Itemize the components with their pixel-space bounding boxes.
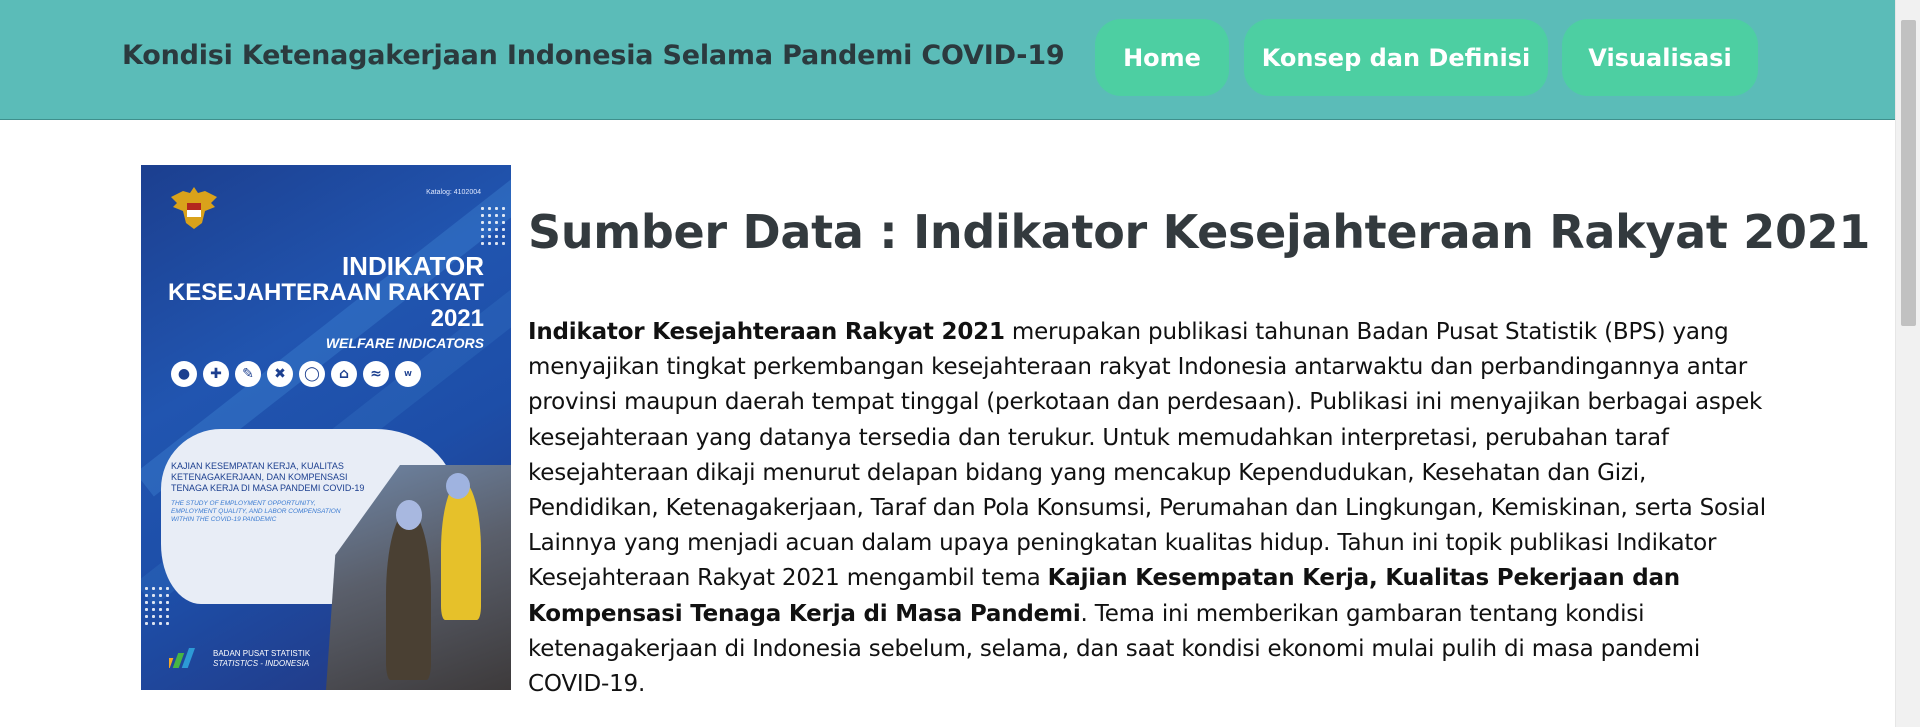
- page-scrollbar[interactable]: [1895, 0, 1920, 727]
- education-icon: ✎: [235, 361, 261, 387]
- navbar: Kondisi Ketenagakerjaan Indonesia Selama…: [0, 0, 1895, 120]
- boat-icon: ≈: [363, 361, 389, 387]
- cover-subtitle: WELFARE INDICATORS: [325, 335, 484, 351]
- nav-home-button[interactable]: Home: [1095, 19, 1229, 96]
- people-icon: ●: [171, 361, 197, 387]
- house-icon: ⌂: [331, 361, 357, 387]
- cover-theme-indonesian: KAJIAN KESEMPATAN KERJA, KUALITAS KETENA…: [171, 461, 365, 493]
- site-title[interactable]: Kondisi Ketenagakerjaan Indonesia Selama…: [122, 40, 1065, 71]
- scrollbar-thumb[interactable]: [1901, 20, 1916, 326]
- cover-dot-pattern: [479, 205, 509, 245]
- worker-hairnet: [396, 500, 422, 530]
- cover-dot-pattern: [143, 585, 173, 625]
- garuda-emblem-icon: [171, 187, 217, 229]
- health-cross-icon: ✚: [203, 361, 229, 387]
- worker-figure: [441, 480, 481, 620]
- cover-icon-row: ● ✚ ✎ ✖ ◯ ⌂ ≈ W: [171, 361, 421, 387]
- worker-figure: [386, 510, 431, 680]
- bps-logo-icon: [169, 648, 195, 668]
- cover-publisher: BADAN PUSAT STATISTIK STATISTICS - INDON…: [213, 649, 310, 669]
- cover-catalog-number: Katalog: 4102004: [426, 189, 481, 196]
- page-title: Sumber Data : Indikator Kesejahteraan Ra…: [528, 205, 1871, 259]
- www-icon: W: [395, 361, 421, 387]
- worker-hairnet: [446, 473, 470, 499]
- cover-title-line1: INDIKATOR: [341, 251, 484, 281]
- cover-title-line2: KESEJAHTERAAN RAKYAT: [167, 279, 484, 306]
- nav-visualisasi-button[interactable]: Visualisasi: [1562, 19, 1758, 96]
- description-paragraph: Indikator Kesejahteraan Rakyat 2021 meru…: [528, 315, 1768, 702]
- cover-theme-english: THE STUDY OF EMPLOYMENT OPPORTUNITY, EMP…: [171, 500, 341, 523]
- description-text: merupakan publikasi tahunan Badan Pusat …: [528, 319, 1766, 592]
- food-icon: ◯: [299, 361, 325, 387]
- publisher-name: BADAN PUSAT STATISTIK: [213, 649, 311, 658]
- nav-konsep-button[interactable]: Konsep dan Definisi: [1244, 19, 1548, 96]
- tools-icon: ✖: [267, 361, 293, 387]
- cover-year: 2021: [430, 305, 484, 332]
- publisher-name-en: STATISTICS - INDONESIA: [213, 659, 310, 668]
- publication-cover-image: Katalog: 4102004 INDIKATOR KESEJAHTERAAN…: [141, 165, 511, 690]
- publication-name: Indikator Kesejahteraan Rakyat 2021: [528, 319, 1005, 345]
